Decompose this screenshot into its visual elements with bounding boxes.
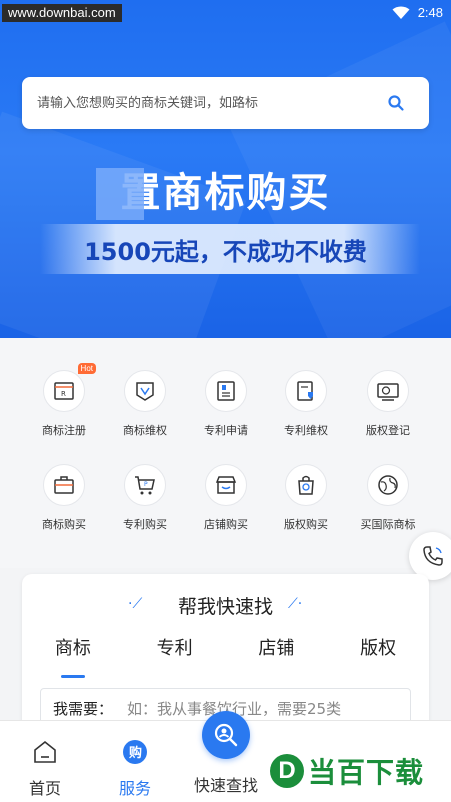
service-copyright-register[interactable]: 版权登记 [348,370,428,438]
call-button[interactable] [409,532,451,580]
hero-title: 置商标购买 [120,170,331,216]
status-bar: www.downbai.com 2:48 [0,0,451,28]
service-label: 专利维权 [284,424,328,437]
downbai-logo: D 当百下载 [270,751,424,791]
logo-text: 当百下载 [308,756,425,789]
search-icon[interactable] [387,94,405,112]
nav-quick-search-label: 快速查找 [193,776,258,795]
service-label: 专利申请 [204,424,248,437]
search-input[interactable] [37,77,377,129]
service-label: 买国际商标 [360,518,416,531]
tab-trademark[interactable]: 商标 [22,632,124,678]
service-label: 商标注册 [42,424,86,437]
service-patent-apply[interactable]: 专利申请 [186,370,266,438]
nav-service[interactable]: 购 服务 [95,739,175,799]
quick-search-icon [214,723,238,747]
service-icon: 购 [123,740,147,764]
service-label: 专利购买 [123,518,167,531]
tab-shop[interactable]: 店铺 [226,632,328,672]
hot-badge: Hot [77,363,96,374]
trademark-buy-icon [43,464,85,506]
copyright-register-icon [367,370,409,412]
hero-subtitle: 1500元起，不成功不收费 [84,238,367,266]
svg-text:R: R [61,390,66,398]
wifi-icon [392,6,410,19]
svg-text:P: P [144,481,148,488]
nav-home[interactable]: 首页 [5,739,85,799]
service-shop-buy[interactable]: 店铺购买 [186,464,266,532]
tab-patent[interactable]: 专利 [124,632,226,672]
service-label: 版权登记 [366,424,410,437]
status-time: 2:48 [417,5,443,20]
watermark-text: www.downbai.com [2,4,122,22]
shop-buy-icon [205,464,247,506]
phone-icon [423,546,443,566]
international-trademark-icon [367,464,409,506]
quick-find-tabs: 商标 专利 店铺 版权 [22,632,429,678]
service-trademark-protect[interactable]: 商标维权 [105,370,185,438]
hero-blur-mask [96,168,144,220]
home-icon [34,740,56,763]
patent-protect-icon [285,370,327,412]
search-box[interactable] [22,77,429,129]
bottom-nav: 首页 购 服务 快速查找 D 当百下载 [0,711,451,802]
quick-find-title: 帮我快速找 [177,596,273,618]
service-label: 版权购买 [284,518,328,531]
service-patent-buy[interactable]: P 专利购买 [105,464,185,532]
quick-find-card: ·⟋ 帮我快速找 ⟋· 商标 专利 店铺 版权 我需要： 如：我从事餐饮行业，需… [22,574,429,734]
service-copyright-buy[interactable]: 版权购买 [266,464,346,532]
patent-apply-icon [205,370,247,412]
need-label: 我需要： [53,699,114,718]
status-right: 2:48 [392,5,443,20]
hero-banner[interactable]: www.downbai.com 2:48 置商标购买 1500元起，不成功不收费 [0,0,451,338]
service-label: 商标维权 [123,424,167,437]
service-patent-protect[interactable]: 专利维权 [266,370,346,438]
service-label: 店铺购买 [204,518,248,531]
trademark-register-icon: R Hot [43,363,96,412]
quick-search-button[interactable] [202,711,250,759]
copyright-buy-icon [285,464,327,506]
trademark-protect-icon [124,370,166,412]
service-label: 商标购买 [42,518,86,531]
nav-home-label: 首页 [28,779,61,798]
nav-service-label: 服务 [118,779,151,798]
patent-buy-icon: P [124,464,166,506]
tab-copyright[interactable]: 版权 [327,632,429,672]
service-grid: R Hot 商标注册 商标维权 专利申请 专利维权 版权登记 商标购买 P 专利… [0,338,451,568]
service-international-trademark[interactable]: 买国际商标 [348,464,428,532]
logo-d-icon: D [270,754,304,788]
service-trademark-buy[interactable]: 商标购买 [24,464,104,532]
sparkle-right-icon: ⟋· [288,596,303,612]
svg-text:购: 购 [129,745,142,761]
service-trademark-register[interactable]: R Hot 商标注册 [24,363,104,438]
